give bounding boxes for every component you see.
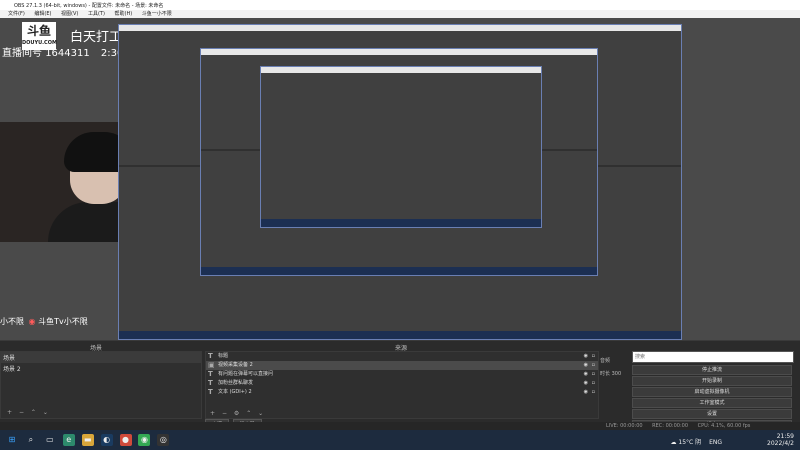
menu-account[interactable]: 斗鱼一小不限 bbox=[142, 11, 172, 17]
move-down-icon[interactable]: ⌄ bbox=[43, 409, 48, 416]
menu-tools[interactable]: 工具(T) bbox=[88, 11, 105, 17]
wechat-icon[interactable]: ◉ bbox=[138, 434, 151, 446]
source-name: 标题 bbox=[218, 353, 229, 359]
douyu-icon: ◉ bbox=[28, 317, 36, 326]
lock-icon[interactable]: ▫ bbox=[592, 379, 595, 388]
cpu-usage: CPU: 4.1%, 60.00 fps bbox=[697, 423, 751, 429]
steam-icon[interactable]: ◐ bbox=[100, 434, 113, 446]
clock-date: 2022/4/2 bbox=[767, 440, 794, 447]
cloud-icon: ☁ bbox=[670, 439, 677, 446]
gear-icon[interactable]: ⚙ bbox=[234, 410, 239, 417]
room-label: 直播间号 bbox=[2, 48, 42, 59]
settings-button[interactable]: 设置 bbox=[632, 409, 792, 419]
live-time: LIVE: 00:00:00 bbox=[606, 423, 643, 429]
source-name: 视频采集设备 2 bbox=[218, 362, 253, 368]
source-row[interactable]: T 标题 ◉ ▫ bbox=[206, 352, 598, 361]
task-view-icon[interactable]: ▭ bbox=[44, 434, 56, 446]
streamer-footer: 小不限 ◉ 斗鱼Tv小不限 bbox=[0, 316, 88, 327]
move-up-icon[interactable]: ⌃ bbox=[246, 410, 251, 417]
search-input[interactable] bbox=[632, 351, 794, 363]
scene-item[interactable]: 场景 2 bbox=[1, 363, 201, 374]
window-titlebar: OBS 27.1.3 (64-bit, windows) - 配置文件: 未命名… bbox=[0, 0, 800, 10]
status-bar: LIVE: 00:00:00 REC: 00:00:00 CPU: 4.1%, … bbox=[0, 422, 800, 430]
streamer-platform: 斗鱼Tv小不限 bbox=[38, 317, 88, 326]
duration-label: 时长 bbox=[600, 371, 611, 377]
source-name: 有问题在弹幕可以直接问 bbox=[218, 371, 274, 377]
windows-start-icon[interactable]: ⊞ bbox=[6, 434, 18, 446]
scene-list: 场景 场景 2 + − ⌃ ⌄ bbox=[0, 351, 202, 419]
file-explorer-icon[interactable]: ▬ bbox=[81, 434, 94, 446]
obs-icon[interactable]: ◎ bbox=[157, 434, 170, 446]
source-controls: + − ⚙ ⌃ ⌄ bbox=[210, 410, 268, 417]
visibility-icon[interactable]: ◉ bbox=[584, 361, 588, 370]
chrome-icon[interactable]: ● bbox=[119, 434, 132, 446]
visibility-icon[interactable]: ◉ bbox=[584, 388, 588, 397]
source-list: T 标题 ◉ ▫ ▣ 视频采集设备 2 ◉ ▫ T 有问题在弹幕可以直接问 ◉ … bbox=[205, 351, 599, 419]
lock-icon[interactable]: ▫ bbox=[592, 388, 595, 397]
source-row[interactable]: T 文本 (GDI+) 2 ◉ ▫ bbox=[206, 388, 598, 397]
transition-panel: 音频 时长 300 bbox=[600, 351, 630, 383]
duration-row: 时长 300 bbox=[600, 370, 630, 377]
scene-controls: + − ⌃ ⌄ bbox=[5, 408, 55, 417]
visibility-icon[interactable]: ◉ bbox=[584, 379, 588, 388]
source-row[interactable]: T 有问题在弹幕可以直接问 ◉ ▫ bbox=[206, 370, 598, 379]
lock-icon[interactable]: ▫ bbox=[592, 352, 595, 361]
start-recording-button[interactable]: 开始录制 bbox=[632, 376, 792, 386]
source-row[interactable]: T 加粉丝群私聊发 ◉ ▫ bbox=[206, 379, 598, 388]
search-icon[interactable]: ⌕ bbox=[25, 434, 37, 446]
visibility-icon[interactable]: ◉ bbox=[584, 352, 588, 361]
window-title: OBS 27.1.3 (64-bit, windows) - 配置文件: 未命名… bbox=[14, 3, 164, 9]
virtual-camera-button[interactable]: 启动虚拟摄像机 bbox=[632, 387, 792, 397]
text-source-icon: T bbox=[208, 352, 213, 360]
rec-time: REC: 00:00:00 bbox=[652, 423, 689, 429]
system-tray: ☁ 15°C 阴 ENG 21:59 2022/4/2 bbox=[670, 433, 794, 447]
menu-view[interactable]: 视图(V) bbox=[61, 11, 78, 17]
stop-streaming-button[interactable]: 停止推流 bbox=[632, 365, 792, 375]
lock-icon[interactable]: ▫ bbox=[592, 361, 595, 370]
language-indicator: ENG bbox=[709, 439, 722, 446]
transition-label: 音频 bbox=[600, 358, 611, 364]
source-name: 加粉丝群私聊发 bbox=[218, 380, 254, 386]
streamer-name: 小不限 bbox=[0, 317, 24, 326]
weather-widget[interactable]: ☁ 15°C 阴 ENG bbox=[670, 437, 722, 446]
move-up-icon[interactable]: ⌃ bbox=[31, 409, 36, 416]
scene-item[interactable]: 场景 bbox=[1, 352, 201, 363]
remove-scene-icon[interactable]: − bbox=[19, 409, 24, 416]
status-readouts: LIVE: 00:00:00 REC: 00:00:00 CPU: 4.1%, … bbox=[598, 423, 750, 429]
studio-mode-button[interactable]: 工作室模式 bbox=[632, 398, 792, 408]
add-source-icon[interactable]: + bbox=[210, 410, 215, 417]
duration-value[interactable]: 300 bbox=[612, 371, 622, 377]
clock-time: 21:59 bbox=[776, 433, 794, 440]
visibility-icon[interactable]: ◉ bbox=[584, 370, 588, 379]
source-name: 文本 (GDI+) 2 bbox=[218, 389, 252, 395]
weather-temp: 15°C bbox=[678, 439, 694, 446]
controls-panel: 停止推流 开始录制 启动虚拟摄像机 工作室模式 设置 退出 bbox=[632, 343, 794, 431]
text-source-icon: T bbox=[208, 370, 213, 378]
menu-edit[interactable]: 编辑(E) bbox=[34, 11, 51, 17]
text-source-icon: T bbox=[208, 388, 213, 396]
menu-file[interactable]: 文件(F) bbox=[8, 11, 25, 17]
source-row[interactable]: ▣ 视频采集设备 2 ◉ ▫ bbox=[206, 361, 598, 370]
edge-browser-icon[interactable]: e bbox=[62, 434, 75, 446]
nested-preview-3 bbox=[260, 66, 542, 228]
windows-taskbar: ⊞ ⌕ ▭ e ▬ ◐ ● ◉ ◎ ☁ 15°C 阴 ENG 21:59 202… bbox=[0, 430, 800, 450]
menu-bar: 文件(F) 编辑(E) 视图(V) 工具(T) 帮助(H) 斗鱼一小不限 bbox=[0, 10, 800, 18]
taskbar-apps: ⊞ ⌕ ▭ e ▬ ◐ ● ◉ ◎ bbox=[6, 434, 174, 446]
add-scene-icon[interactable]: + bbox=[7, 409, 12, 416]
video-source-icon: ▣ bbox=[208, 361, 215, 369]
lock-icon[interactable]: ▫ bbox=[592, 370, 595, 379]
room-number: 1644311 bbox=[45, 48, 90, 59]
text-source-icon: T bbox=[208, 379, 213, 387]
menu-help[interactable]: 帮助(H) bbox=[115, 11, 133, 17]
bottom-panels: 场景 来源 场景 场景 2 + − ⌃ ⌄ T 标题 ◉ ▫ ▣ 视频采集设备 … bbox=[0, 340, 800, 431]
move-down-icon[interactable]: ⌄ bbox=[258, 410, 263, 417]
remove-source-icon[interactable]: − bbox=[222, 410, 227, 417]
preview-canvas[interactable]: 斗鱼 DOUYU.COM 白天打工鱼吧(不定期经营) 直播间号 1644311 … bbox=[0, 18, 800, 340]
weather-desc: 阴 bbox=[695, 439, 702, 446]
